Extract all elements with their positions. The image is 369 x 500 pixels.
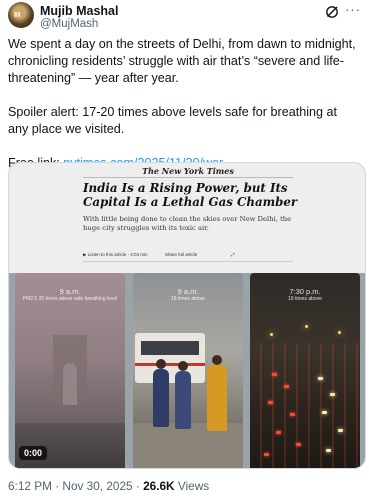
panel-note: 19 times above [288,296,322,302]
share-label: Share full article [165,252,198,257]
person-shape [153,369,169,427]
video-panel-traffic: 7:30 p.m. 19 times above [250,273,360,468]
tweet-date[interactable]: Nov 30, 2025 [62,479,132,493]
tweet-paragraph-2: Spoiler alert: 17-20 times above levels … [8,105,338,136]
person-head [212,355,222,365]
article-toolbar: ▶ Listen to this article · 4:03 min Shar… [83,250,283,261]
tweet-body: We spent a day on the streets of Delhi, … [8,36,358,172]
head-light [326,449,331,452]
head-light [330,393,335,396]
person-shape [207,365,227,431]
traffic-shape [250,343,360,468]
tail-light [284,385,289,388]
bus-window [141,341,199,355]
panel-time: 9 a.m. [59,287,81,296]
masthead: The New York Times [142,166,234,176]
author-handle[interactable]: @MujMash [40,18,98,30]
arch-shape [63,363,77,405]
author-name[interactable]: Mujib Mashal [40,4,118,18]
tweet-meta: 6:12 PM · Nov 30, 2025 · 26.6K Views [8,479,209,493]
divider [83,261,293,262]
divider [83,177,293,178]
tail-light [276,431,281,434]
expand-icon: ⤢ [231,252,235,257]
article-dek: With little being done to clean the skie… [83,215,292,232]
tail-light [290,413,295,416]
bus-shape [135,333,205,383]
panel-time: 9 a.m. [177,287,199,296]
tweet-paragraph-1: We spent a day on the streets of Delhi, … [8,37,356,85]
avatar-photo-icon: ▮▮ [14,12,21,18]
video-panel-india-gate: 9 a.m. PM2.5 20 times above safe breathi… [15,273,125,468]
tail-light [264,453,269,456]
tail-light [272,373,277,376]
panel-note: 18 times above [171,296,205,302]
listen-label: ▶ Listen to this article · 4:03 min [83,252,148,257]
tail-light [268,401,273,404]
separator: · [51,479,63,493]
panel-time: 7:30 p.m. [289,287,321,296]
article-headline: India Is a Rising Power, but Its Capital… [83,181,298,209]
video-media[interactable]: The New York Times India Is a Rising Pow… [8,162,366,469]
more-dots-icon[interactable]: ··· [345,2,360,18]
head-light [318,377,323,380]
person-head [156,359,166,369]
streetlight [305,325,308,328]
person-shape [175,371,191,429]
tweet-header: ▮▮ Mujib Mashal @MujMash ··· [8,2,361,32]
person-head [178,361,188,371]
panel-note: PM2.5 20 times above safe breathing leve… [22,296,118,302]
head-light [322,411,327,414]
video-panel-schoolgirls: 9 a.m. 18 times above [133,273,243,468]
video-duration-badge: 0:00 [19,446,48,460]
views-count[interactable]: 26.6K [143,479,174,493]
separator: · [132,479,144,493]
bus-stripe [135,363,205,366]
streetlight [270,333,273,336]
tail-light [296,443,301,446]
views-label: Views [174,479,210,493]
article-screenshot: The New York Times India Is a Rising Pow… [9,163,365,273]
head-light [338,429,343,432]
grok-icon[interactable] [325,5,339,19]
avatar[interactable]: ▮▮ [8,2,34,28]
tweet-time[interactable]: 6:12 PM [8,479,52,493]
streetlight [338,331,341,334]
